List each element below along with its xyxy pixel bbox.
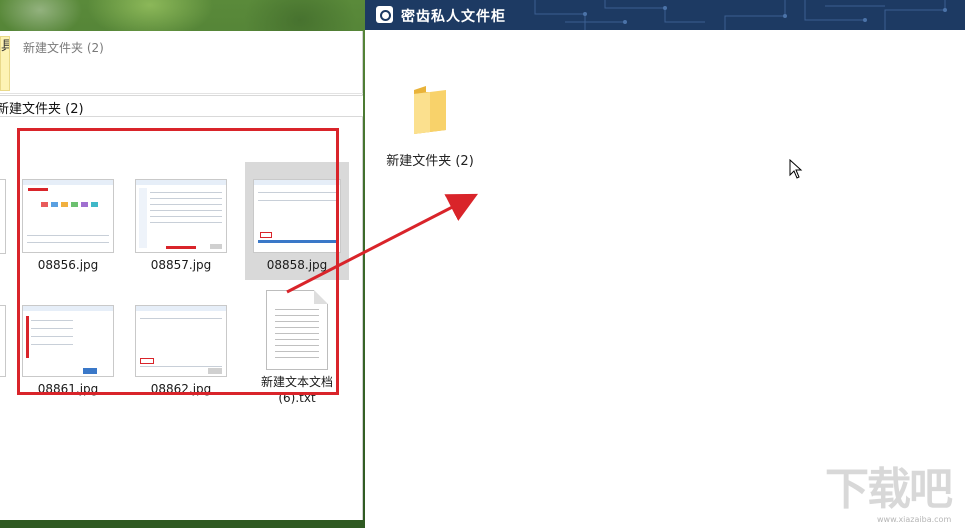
ribbon-folder-title: 新建文件夹 (2) — [23, 41, 104, 55]
ribbon-divider — [0, 93, 363, 94]
partial-thumbnail — [0, 179, 6, 254]
cabinet-folder-item[interactable]: 新建文件夹 (2) — [380, 84, 480, 169]
mouse-cursor-icon — [789, 159, 803, 179]
watermark-logo-text: 下载吧 — [825, 464, 953, 515]
ribbon-tab-label: 具 — [1, 39, 9, 54]
private-cabinet-window: 密齿私人文件柜 新建文件夹 (2) — [365, 0, 965, 528]
ribbon-tab-tools[interactable]: 具 — [0, 36, 10, 91]
selection-highlight-box — [17, 128, 339, 395]
folder-label: 新建文件夹 (2) — [386, 154, 474, 169]
site-watermark: 下载吧 www.xiazaiba.com — [825, 467, 955, 525]
address-bar[interactable]: 新建文件夹 (2) — [0, 95, 363, 117]
folder-icon — [414, 86, 446, 134]
partial-thumbnail — [0, 305, 6, 377]
app-logo-icon — [376, 6, 393, 23]
watermark-url: www.xiazaiba.com — [877, 515, 952, 524]
window-title: 密齿私人文件柜 — [401, 9, 506, 25]
cabinet-titlebar[interactable]: 密齿私人文件柜 — [365, 0, 965, 30]
address-path: 新建文件夹 (2) — [0, 102, 84, 117]
